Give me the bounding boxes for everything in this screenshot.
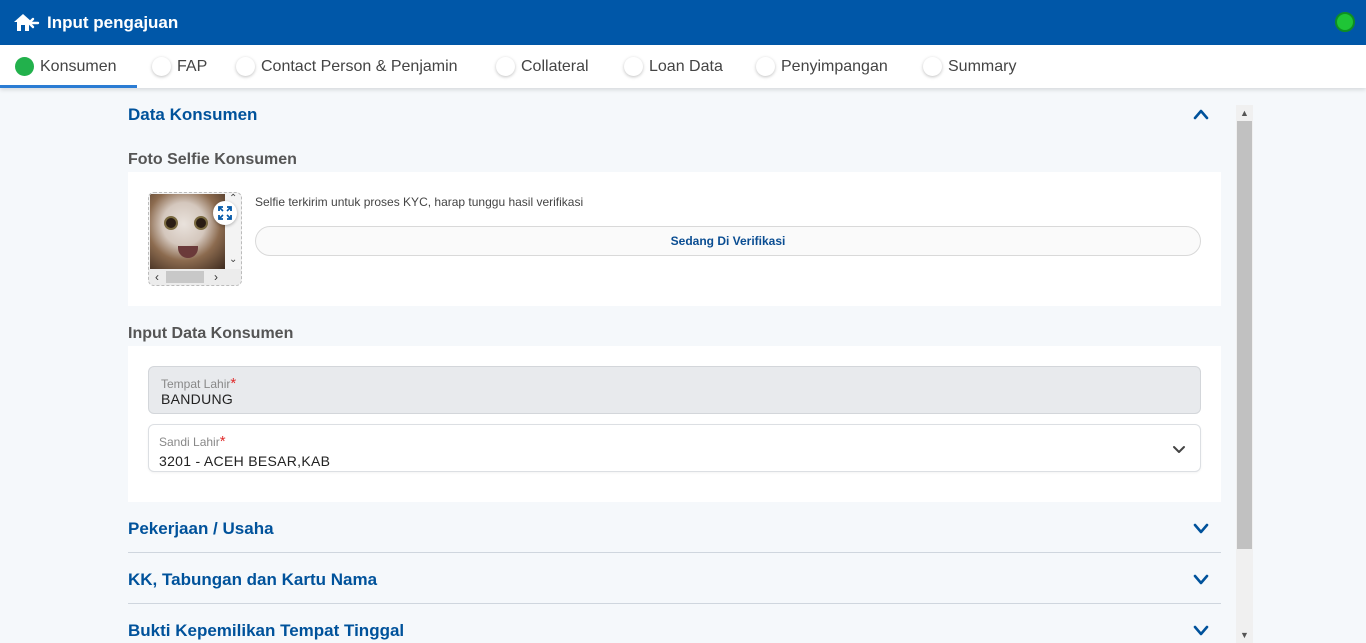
- tempat-lahir-value: BANDUNG: [161, 391, 234, 407]
- connection-status-indicator: [1335, 12, 1355, 32]
- step-dot: [624, 57, 643, 76]
- input-data-konsumen-title: Input Data Konsumen: [128, 325, 294, 342]
- tab-collateral[interactable]: Collateral: [496, 45, 589, 88]
- sandi-lahir-select[interactable]: Sandi Lahir* 3201 - ACEH BESAR,KAB: [148, 424, 1201, 472]
- tab-label: Collateral: [521, 57, 589, 75]
- tab-label: Loan Data: [649, 57, 723, 75]
- verification-status-label: Sedang Di Verifikasi: [670, 234, 786, 248]
- scroll-left-arrow-icon[interactable]: ‹: [150, 270, 164, 284]
- chevron-up-icon: [1193, 109, 1209, 120]
- tab-penyimpangan[interactable]: Penyimpangan: [756, 45, 888, 88]
- photo-detail: [178, 246, 198, 258]
- expand-icon[interactable]: [213, 201, 237, 225]
- page-scrollbar[interactable]: ▲ ▼: [1236, 105, 1253, 643]
- app-header: Input pengajuan: [0, 0, 1366, 45]
- tab-contact-person-penjamin[interactable]: Contact Person & Penjamin: [236, 45, 458, 88]
- step-dot: [756, 57, 775, 76]
- kyc-message: Selfie terkirim untuk proses KYC, harap …: [255, 195, 584, 209]
- page-title: Input pengajuan: [47, 13, 179, 32]
- chevron-down-icon: [1193, 625, 1209, 636]
- tab-fap[interactable]: FAP: [152, 45, 207, 88]
- step-dot: [236, 57, 255, 76]
- photo-detail: [164, 216, 178, 230]
- scroll-down-arrow-icon[interactable]: ⌄: [229, 255, 239, 265]
- step-dot: [496, 57, 515, 76]
- scroll-down-arrow-icon[interactable]: ▼: [1236, 627, 1253, 643]
- sandi-lahir-value: 3201 - ACEH BESAR,KAB: [159, 453, 331, 469]
- tempat-lahir-label: Tempat Lahir*: [161, 375, 237, 392]
- scroll-right-arrow-icon[interactable]: ›: [209, 270, 223, 284]
- scrollbar-thumb[interactable]: [166, 271, 204, 283]
- tab-loan-data[interactable]: Loan Data: [624, 45, 723, 88]
- section-kk-tabungan-header[interactable]: KK, Tabungan dan Kartu Nama: [128, 553, 1221, 605]
- active-tab-indicator: [0, 85, 137, 88]
- input-data-card: Tempat Lahir* BANDUNG Sandi Lahir* 3201 …: [128, 346, 1221, 502]
- section-title: Pekerjaan / Usaha: [128, 519, 274, 538]
- foto-selfie-title: Foto Selfie Konsumen: [128, 151, 297, 168]
- tab-label: Summary: [948, 57, 1017, 75]
- chevron-down-icon: [1193, 523, 1209, 534]
- tab-konsumen[interactable]: Konsumen: [15, 45, 117, 88]
- main-content: Data Konsumen Foto Selfie Konsumen ⌃ ⌄ ‹: [128, 88, 1221, 643]
- section-title: KK, Tabungan dan Kartu Nama: [128, 570, 378, 589]
- verification-status-button[interactable]: Sedang Di Verifikasi: [255, 226, 1201, 256]
- selfie-card: ⌃ ⌄ ‹ › Selfie terkirim untuk proses KYC…: [128, 172, 1221, 306]
- step-dot: [152, 57, 171, 76]
- section-bukti-kepemilikan-header[interactable]: Bukti Kepemilikan Tempat Tinggal: [128, 604, 1221, 643]
- step-tabs: Konsumen FAP Contact Person & Penjamin C…: [0, 45, 1366, 88]
- scroll-up-arrow-icon[interactable]: ⌃: [229, 194, 239, 204]
- chevron-down-icon: [1173, 446, 1185, 453]
- scroll-up-arrow-icon[interactable]: ▲: [1236, 105, 1253, 121]
- tab-summary[interactable]: Summary: [923, 45, 1016, 88]
- tab-label: Penyimpangan: [781, 57, 888, 75]
- tempat-lahir-field[interactable]: Tempat Lahir* BANDUNG: [148, 366, 1201, 414]
- back-home-icon[interactable]: [12, 10, 40, 36]
- step-complete-dot: [15, 57, 34, 76]
- chevron-down-icon: [1193, 574, 1209, 585]
- horizontal-scrollbar[interactable]: ‹ ›: [149, 269, 241, 285]
- section-title: Data Konsumen: [128, 105, 258, 124]
- tab-label: FAP: [177, 57, 208, 75]
- section-pekerjaan-usaha-header[interactable]: Pekerjaan / Usaha: [128, 502, 1221, 554]
- sandi-lahir-label: Sandi Lahir*: [159, 433, 226, 450]
- scrollbar-thumb[interactable]: [1237, 121, 1252, 549]
- tab-label: Konsumen: [40, 57, 117, 75]
- step-dot: [923, 57, 942, 76]
- section-title: Bukti Kepemilikan Tempat Tinggal: [128, 621, 405, 640]
- tab-label: Contact Person & Penjamin: [261, 57, 458, 75]
- section-data-konsumen-header[interactable]: Data Konsumen: [128, 88, 1221, 140]
- photo-detail: [194, 216, 208, 230]
- selfie-thumbnail-frame[interactable]: ⌃ ⌄ ‹ ›: [148, 192, 242, 286]
